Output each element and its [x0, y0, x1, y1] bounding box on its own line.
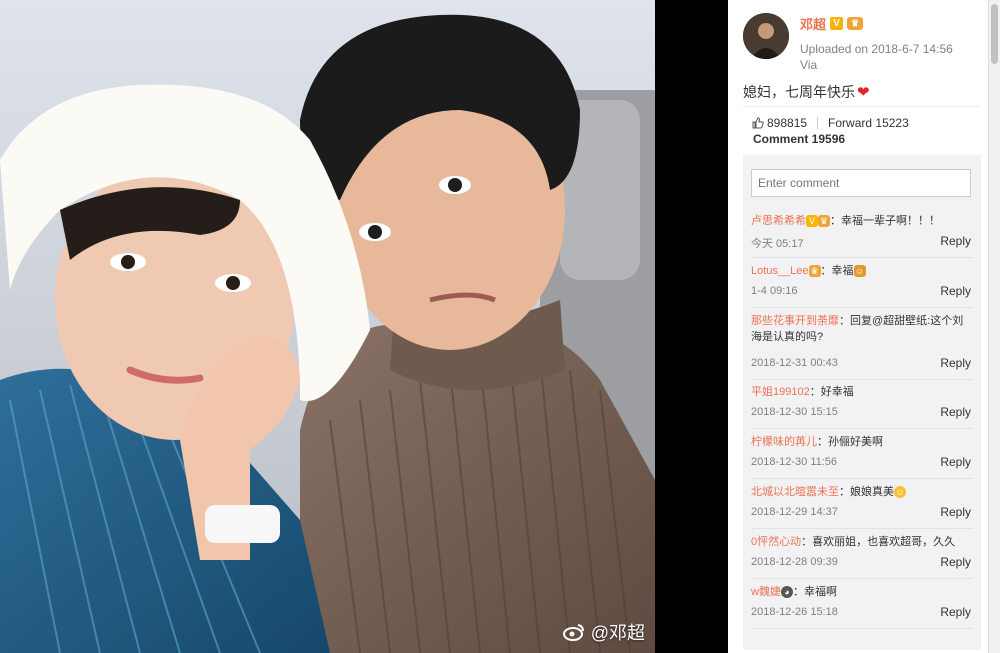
comment-text: ：孙俪好美啊: [817, 436, 883, 448]
heart-icon: ❤: [857, 84, 870, 101]
comment-time: 2018-12-30 15:15: [751, 406, 838, 418]
comment-time: 2018-12-31 00:43: [751, 357, 838, 369]
stats-separator: [817, 117, 819, 129]
comment-line: 柠檬味的苒儿：孙俪好美啊: [751, 434, 973, 450]
comment-text: ：娘娘真美: [839, 486, 894, 498]
reply-button[interactable]: Reply: [940, 356, 971, 370]
image-viewer: @邓超 邓超 V ♛ Uploaded on 2018-6-7 14:56 Vi…: [0, 0, 1000, 653]
post-header: 邓超 V ♛ Uploaded on 2018-6-7 14:56 Via: [728, 0, 988, 80]
like-button[interactable]: 898815: [752, 116, 807, 130]
comment-divider: [751, 307, 973, 308]
post-detail-panel: 邓超 V ♛ Uploaded on 2018-6-7 14:56 Via 媳妇…: [728, 0, 988, 653]
selfie-photo-illustration: [0, 0, 655, 653]
comment-count[interactable]: Comment 19596: [753, 132, 845, 146]
emoji-icon: ☺: [853, 265, 866, 278]
watermark-text: @邓超: [590, 623, 645, 643]
reply-button[interactable]: Reply: [940, 605, 971, 619]
verified-v-icon: V: [806, 215, 818, 228]
scrollbar[interactable]: [988, 0, 1000, 653]
comment-divider: [751, 478, 973, 479]
comment-author[interactable]: Lotus__Lee: [751, 265, 809, 277]
via-label: Via: [800, 58, 818, 72]
scrollbar-thumb[interactable]: [991, 4, 998, 64]
reply-button[interactable]: Reply: [940, 505, 971, 519]
weibo-watermark: @邓超: [562, 619, 645, 645]
comment-time: 1-4 09:16: [751, 285, 798, 297]
comment-text: ：幸福一辈子啊！！！: [830, 215, 940, 227]
crown-icon: ♛: [808, 265, 821, 278]
comment-section: 卢思希希希V♛：幸福一辈子啊！！！ 今天 05:17 Reply Lotus__…: [743, 155, 981, 650]
reply-button[interactable]: Reply: [940, 284, 971, 298]
weibo-logo-icon: [562, 624, 584, 641]
reply-button[interactable]: Reply: [940, 555, 971, 569]
comment-author[interactable]: 那些花事开到荼靡: [751, 315, 839, 327]
comment-text: ：好幸福: [809, 386, 854, 398]
emoji-icon: ◕: [780, 586, 793, 599]
emoji-icon: ☺: [894, 486, 906, 499]
comment-time: 2018-12-29 14:37: [751, 506, 838, 518]
comment-line: 卢思希希希 V ♛ ：幸福一辈子啊！！！: [751, 213, 973, 229]
comment-divider: [751, 428, 973, 429]
username[interactable]: 邓超 V ♛: [800, 14, 864, 33]
crown-icon: ♛: [818, 215, 830, 228]
comment-text: ：幸福啊: [792, 586, 837, 598]
comment-line: 平姐199102：好幸福: [751, 384, 973, 400]
comment-author[interactable]: w魏婕: [751, 586, 781, 598]
comment-line: 0怦然心动：喜欢丽姐，也喜欢超哥，久久: [751, 534, 973, 550]
comment-divider: [751, 578, 973, 579]
comment-text: ：喜欢丽姐，也喜欢超哥，久久: [801, 536, 956, 548]
like-count: 898815: [767, 116, 808, 130]
reply-button[interactable]: Reply: [940, 455, 971, 469]
post-text: 媳妇，七周年快乐 ❤: [743, 82, 870, 102]
verified-v-icon: V: [830, 17, 844, 30]
comment-time: 2018-12-30 11:56: [751, 456, 838, 468]
comment-line: 北城以北暄嚣未至：娘娘真美☺: [751, 484, 973, 500]
comment-author[interactable]: 0怦然心动: [751, 536, 801, 548]
avatar[interactable]: [743, 13, 789, 59]
reply-button[interactable]: Reply: [940, 234, 971, 248]
post-text-content: 媳妇，七周年快乐: [743, 84, 855, 100]
reply-button[interactable]: Reply: [940, 405, 971, 419]
upload-time: Uploaded on 2018-6-7 14:56: [800, 42, 953, 56]
comment-author[interactable]: 柠檬味的苒儿: [751, 436, 817, 448]
comment-line: w魏婕 ◕ ：幸福啊: [751, 584, 973, 600]
comment-divider: [751, 628, 973, 629]
comment-author[interactable]: 平姐199102: [751, 386, 810, 398]
comment-line: 那些花事开到荼靡：回复@超甜壁纸:这个刘海是认真的吗?: [751, 313, 973, 345]
comment-time: 今天 05:17: [751, 238, 804, 250]
comment-author[interactable]: 卢思希希希: [751, 215, 806, 227]
comment-divider: [751, 528, 973, 529]
comment-divider: [751, 257, 973, 258]
thumbs-up-icon: [752, 117, 764, 129]
divider: [743, 106, 980, 107]
post-stats: 898815 Forward 15223: [752, 116, 909, 130]
comment-line: Lotus__Lee ♛ ：幸福☺: [751, 263, 973, 279]
comment-divider: [751, 379, 973, 380]
comment-time: 2018-12-28 09:39: [751, 556, 838, 568]
post-meta: Uploaded on 2018-6-7 14:56 Via: [800, 41, 953, 73]
username-text[interactable]: 邓超: [800, 14, 826, 33]
comment-time: 2018-12-26 15:18: [751, 606, 838, 618]
comment-text: ：幸福: [820, 265, 854, 277]
comment-input[interactable]: [751, 169, 971, 197]
post-photo[interactable]: @邓超: [0, 0, 655, 653]
comment-author[interactable]: 北城以北暄嚣未至: [751, 486, 839, 498]
crown-icon: ♛: [847, 17, 864, 30]
forward-button[interactable]: Forward 15223: [828, 116, 909, 130]
